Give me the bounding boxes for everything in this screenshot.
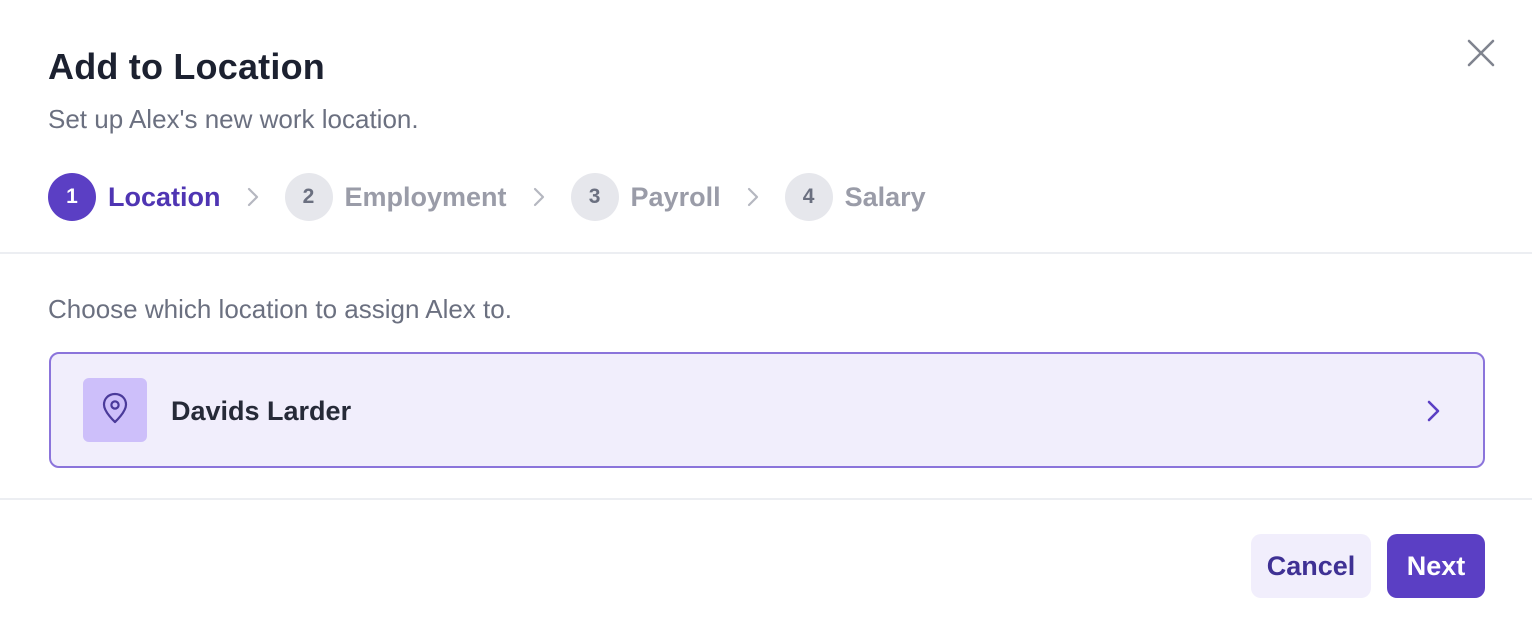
dialog-footer: Cancel Next — [0, 500, 1532, 630]
dialog-header: Add to Location Set up Alex's new work l… — [0, 0, 1532, 254]
close-icon[interactable] — [1462, 34, 1500, 72]
location-option-davids-larder[interactable]: Davids Larder — [49, 352, 1485, 468]
add-to-location-dialog: Add to Location Set up Alex's new work l… — [0, 0, 1532, 630]
step-location[interactable]: 1 Location — [48, 173, 221, 221]
step-employment[interactable]: 2 Employment — [284, 173, 507, 221]
map-pin-icon — [100, 391, 130, 430]
chevron-right-icon — [1419, 394, 1447, 428]
step-label: Payroll — [630, 181, 721, 212]
step-label: Salary — [844, 181, 926, 212]
chevron-right-icon — [221, 173, 285, 221]
dialog-body: Choose which location to assign Alex to.… — [0, 254, 1532, 500]
location-prompt: Choose which location to assign Alex to. — [48, 294, 512, 324]
next-button[interactable]: Next — [1387, 534, 1485, 598]
chevron-right-icon — [507, 173, 571, 221]
step-payroll[interactable]: 3 Payroll — [570, 173, 721, 221]
cancel-button[interactable]: Cancel — [1251, 534, 1371, 598]
dialog-subtitle: Set up Alex's new work location. — [48, 104, 419, 134]
step-label: Location — [108, 181, 221, 212]
step-label: Employment — [344, 181, 507, 212]
step-number: 2 — [284, 173, 333, 221]
step-number: 1 — [48, 173, 96, 221]
step-number: 3 — [570, 173, 619, 221]
dialog-title: Add to Location — [48, 46, 325, 87]
location-icon-box — [83, 378, 147, 442]
step-number: 4 — [784, 173, 833, 221]
location-name: Davids Larder — [171, 396, 352, 426]
stepper: 1 Location 2 Employment 3 Payroll 4 Sala… — [48, 172, 926, 222]
step-salary[interactable]: 4 Salary — [784, 173, 926, 221]
chevron-right-icon — [721, 173, 785, 221]
